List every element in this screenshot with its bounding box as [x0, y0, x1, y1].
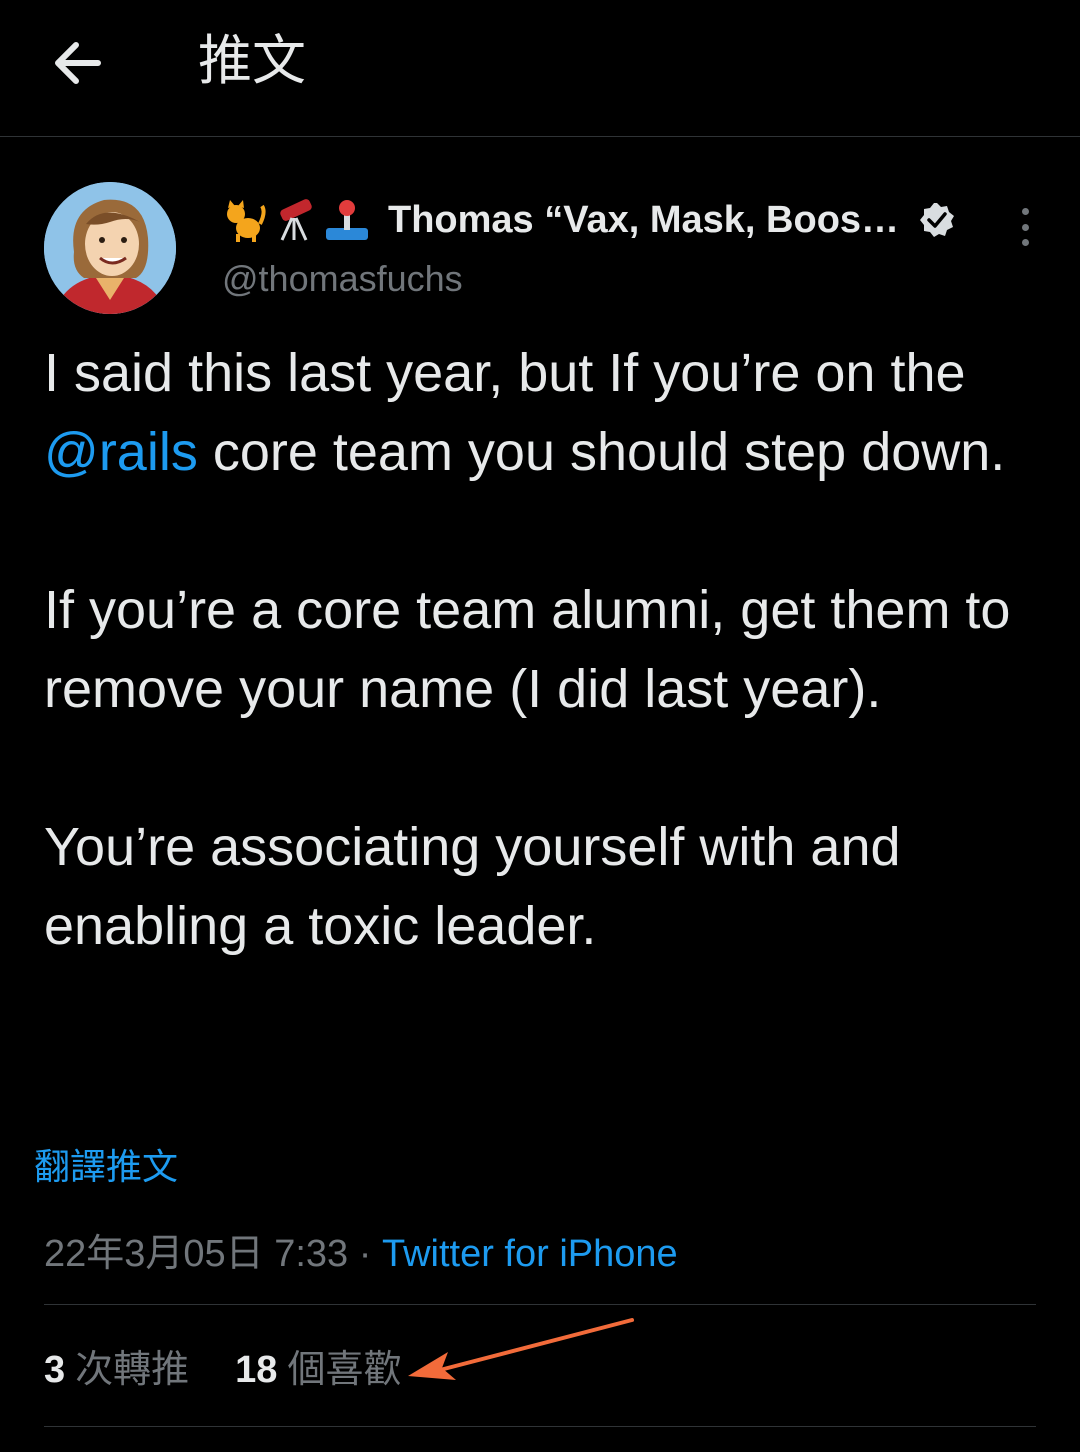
- translate-tweet-link[interactable]: 翻譯推文: [34, 1138, 178, 1190]
- tweet-meta: 22年3月05日 7:33 · Twitter for iPhone: [44, 1222, 678, 1277]
- meta-separator: ·: [348, 1233, 382, 1275]
- page-title: 推文: [198, 31, 306, 91]
- divider: [44, 1426, 1036, 1427]
- timestamp[interactable]: 22年3月05日 7:33: [44, 1233, 348, 1275]
- arrow-left-icon: [55, 42, 101, 84]
- retweets-stat[interactable]: 3 次轉推: [44, 1338, 189, 1393]
- mention-link[interactable]: @rails: [44, 422, 198, 482]
- annotation-arrow-icon: [408, 1318, 634, 1380]
- likes-stat[interactable]: 18 個喜歡: [235, 1338, 401, 1393]
- display-name[interactable]: Thomas “Vax, Mask, Boos…: [388, 199, 899, 242]
- avatar[interactable]: [44, 182, 176, 314]
- divider: [44, 1304, 1036, 1305]
- tweet-text: I said this last year, but If you’re on …: [44, 334, 1044, 966]
- author-row: Thomas “Vax, Mask, Boos…: [222, 192, 955, 248]
- verified-badge-icon: [920, 203, 955, 237]
- more-vertical-icon: [1021, 208, 1029, 215]
- back-button[interactable]: [44, 26, 110, 100]
- tweet-paragraph-1: I said this last year, but If you’re on …: [44, 343, 1006, 482]
- joystick-emoji: [326, 200, 368, 240]
- cat-emoji: [227, 200, 266, 242]
- avatar-image: [44, 182, 176, 314]
- tweet-paragraph-3: You’re associating yourself with and ena…: [44, 817, 901, 956]
- tweet-paragraph-2: If you’re a core team alumni, get them t…: [44, 580, 1011, 719]
- telescope-emoji: [280, 199, 312, 241]
- top-bar: 推文: [0, 0, 1080, 137]
- more-options-button[interactable]: [1006, 204, 1044, 250]
- name-emojis: [222, 198, 376, 242]
- user-handle[interactable]: @thomasfuchs: [222, 258, 463, 300]
- source-link[interactable]: Twitter for iPhone: [382, 1233, 678, 1275]
